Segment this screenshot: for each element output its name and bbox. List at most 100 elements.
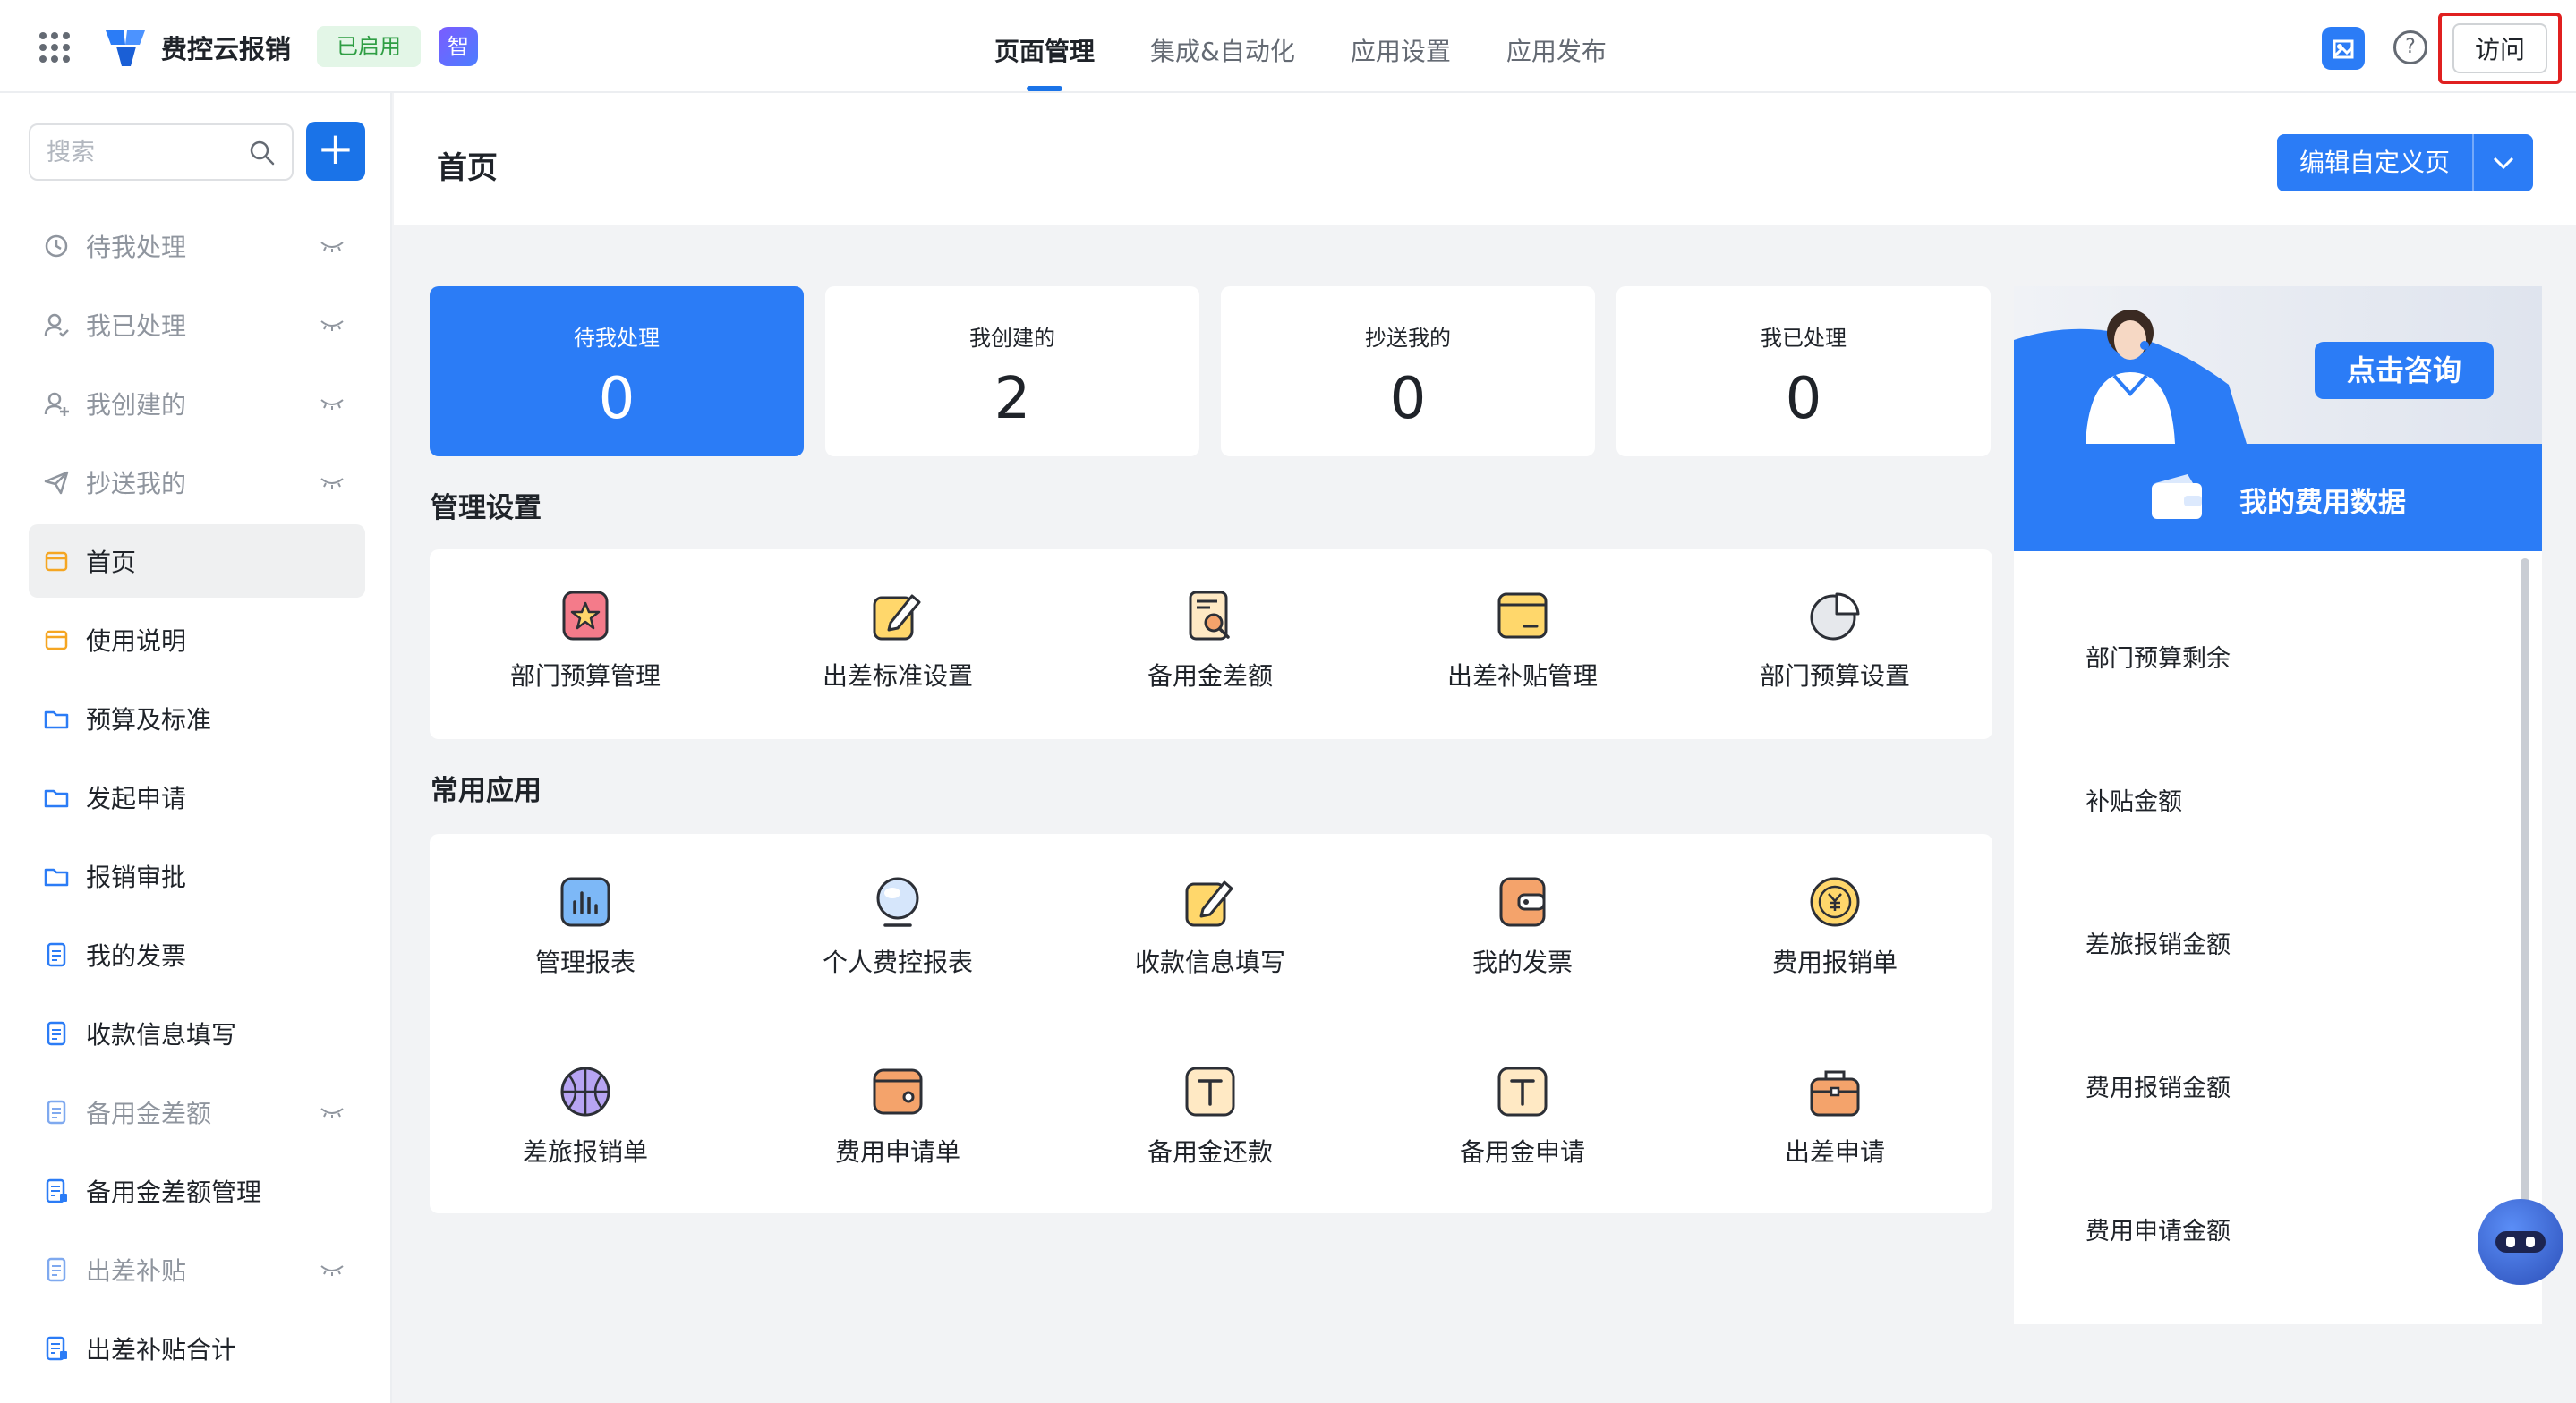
ai-badge[interactable]: 智 [439,27,478,66]
sidebar-item-label: 收款信息填写 [86,1020,237,1050]
sidebar-item-petty-cash-diff[interactable]: 备用金差额 [29,1076,365,1149]
stat-value: 0 [1389,366,1427,432]
sidebar-item-label: 备用金差额管理 [86,1178,262,1207]
sidebar-item-label: 备用金差额 [86,1099,212,1128]
app-trip-standard[interactable]: 出差标准设置 [763,587,1032,693]
chevron-down-icon[interactable] [2474,134,2533,191]
eye-closed-icon[interactable] [319,1262,345,1278]
expense-item-expense-amount[interactable]: 费用报销金额 [2086,1068,2231,1103]
panel-scrollbar[interactable] [2521,558,2529,1238]
stat-card-created[interactable]: 我创建的 2 [825,286,1199,456]
tab-page-management[interactable]: 页面管理 [967,0,1122,93]
my-expense-panel: 点击咨询 我的费用数据 部门预算剩余 补贴金额 差旅报销金额 费用报销金额 费用… [2014,286,2542,1324]
stat-label: 我已处理 [1761,326,1847,351]
app-petty-cash-diff[interactable]: 备用金差额 [1076,587,1344,693]
stat-card-cc[interactable]: 抄送我的 0 [1221,286,1595,456]
sidebar-item-pending[interactable]: 待我处理 [29,209,365,283]
doc-icon [47,942,66,967]
sidebar-item-apply[interactable]: 发起申请 [29,761,365,834]
search-input[interactable] [47,138,243,166]
folder-icon [44,789,69,808]
stat-label: 我创建的 [969,326,1055,351]
basketball-icon [560,1067,610,1117]
app-payee-info[interactable]: 收款信息填写 [1076,873,1344,979]
common-apps-panel: 管理报表 个人费控报表 收款信息填写 我的发票 费用报销单 差旅报销单 费用申请… [430,834,1992,1213]
page-title: 首页 [437,150,498,186]
app-petty-cash-apply[interactable]: 备用金申请 [1388,1063,1657,1169]
expense-item-dept-budget-remaining[interactable]: 部门预算剩余 [2086,639,2231,674]
sidebar-menu: 待我处理 我已处理 我创建的 抄送我的 首页 使用说明 预算及标准 发起申请 报… [29,209,365,1390]
edit-icon [873,594,921,641]
sidebar-item-approval[interactable]: 报销审批 [29,839,365,913]
consult-button[interactable]: 点击咨询 [2315,342,2494,399]
top-nav: 页面管理 集成&自动化 应用设置 应用发布 [967,0,1634,93]
expense-item-travel-amount[interactable]: 差旅报销金额 [2086,925,2231,960]
sidebar-item-payee-info[interactable]: 收款信息填写 [29,997,365,1070]
app-expense-report[interactable]: 费用报销单 [1701,873,1969,979]
app-label: 差旅报销单 [522,1137,648,1167]
add-button[interactable]: + [306,122,365,181]
app-dept-budget-setting[interactable]: 部门预算设置 [1701,587,1969,693]
sidebar-item-label: 我创建的 [86,390,187,420]
stat-value: 0 [598,366,635,432]
sidebar-item-label: 预算及标准 [86,705,212,735]
sidebar-item-invoice[interactable]: 我的发票 [29,918,365,991]
stat-card-pending[interactable]: 待我处理 0 [430,286,804,456]
edit-custom-page-button[interactable]: 编辑自定义页 [2277,134,2533,191]
sidebar-item-label: 报销审批 [86,863,187,892]
app-expense-apply[interactable]: 费用申请单 [763,1063,1032,1169]
app-label: 收款信息填写 [1134,948,1285,977]
expense-item-allowance-amount[interactable]: 补贴金额 [2086,782,2182,817]
app-travel-expense[interactable]: 差旅报销单 [451,1063,720,1169]
sidebar-item-petty-cash-diff-mgmt[interactable]: 备用金差额管理 [29,1154,365,1228]
expense-item-apply-amount[interactable]: 费用申请金额 [2086,1212,2231,1246]
stat-label: 抄送我的 [1365,326,1451,351]
eye-closed-icon[interactable] [319,474,345,490]
sidebar-item-label: 抄送我的 [86,469,187,498]
sidebar-item-trip-allowance[interactable]: 出差补贴 [29,1233,365,1306]
app-personal-report[interactable]: 个人费控报表 [763,873,1032,979]
clock-icon [45,234,68,258]
app-label: 出差补贴管理 [1446,661,1598,691]
wallet-icon [2152,474,2202,519]
tab-app-publish[interactable]: 应用发布 [1479,0,1634,93]
sidebar-item-created[interactable]: 我创建的 [29,367,365,440]
sidebar-item-processed[interactable]: 我已处理 [29,288,365,361]
sidebar-item-cc[interactable]: 抄送我的 [29,446,365,519]
sidebar-item-trip-allowance-total[interactable]: 出差补贴合计 [29,1312,365,1385]
app-trip-apply[interactable]: 出差申请 [1701,1063,1969,1169]
my-expense-header: 我的费用数据 [2014,444,2542,551]
doc-icon [47,1257,66,1282]
search-icon[interactable] [249,140,276,166]
edit-custom-page-label[interactable]: 编辑自定义页 [2277,134,2474,191]
pie-chart-icon [1810,592,1860,641]
tab-app-settings[interactable]: 应用设置 [1323,0,1479,93]
sidebar-item-budget-standard[interactable]: 预算及标准 [29,682,365,755]
tab-integration-automation[interactable]: 集成&自动化 [1122,0,1323,93]
app-petty-cash-repay[interactable]: 备用金还款 [1076,1063,1344,1169]
sidebar-item-guide[interactable]: 使用说明 [29,603,365,676]
help-icon[interactable]: ? [2393,30,2427,64]
star-badge-icon [562,591,609,641]
app-dept-budget-mgmt[interactable]: 部门预算管理 [451,587,720,693]
my-expense-title: 我的费用数据 [2239,487,2406,519]
text-t-icon [1497,1067,1548,1117]
app-mgmt-report[interactable]: 管理报表 [451,873,720,979]
picture-share-icon[interactable] [2322,27,2365,70]
sidebar-item-label: 我已处理 [86,311,187,341]
wallet-icon [1497,592,1548,639]
eye-closed-icon[interactable] [319,395,345,412]
assistant-robot-icon[interactable] [2478,1199,2563,1285]
visit-button[interactable]: 访问 [2452,23,2547,73]
app-trip-allowance-mgmt[interactable]: 出差补贴管理 [1388,587,1657,693]
eye-closed-icon[interactable] [319,317,345,333]
sidebar-item-home[interactable]: 首页 [29,524,365,598]
sidebar-item-label: 出差补贴合计 [86,1335,237,1365]
eye-closed-icon[interactable] [319,1104,345,1120]
sidebar-item-label: 出差补贴 [86,1256,187,1286]
app-my-invoice[interactable]: 我的发票 [1388,873,1657,979]
app-label: 部门预算设置 [1759,661,1910,691]
eye-closed-icon[interactable] [319,238,345,254]
app-grid-icon[interactable] [39,32,70,63]
stat-card-processed[interactable]: 我已处理 0 [1616,286,1991,456]
